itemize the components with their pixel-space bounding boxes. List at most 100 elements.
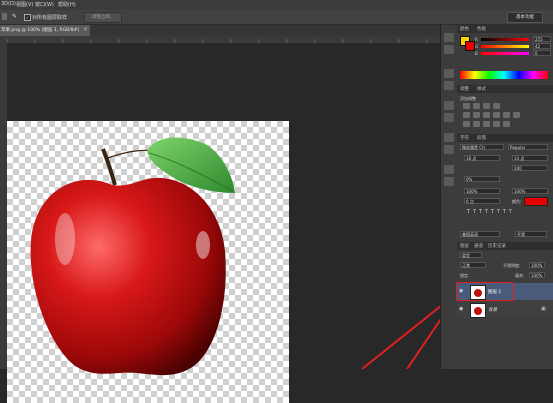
- document-tab-title: 苹果.png @ 100% (图层 1, RGB/8#): [1, 28, 80, 33]
- info-icon[interactable]: [444, 113, 454, 122]
- right-panels: 颜色 色板 R 255 G 42 B 0 调整 样式 添加调整 字符 段落 微软…: [456, 25, 553, 369]
- language-select[interactable]: 美国英语: [460, 231, 500, 237]
- tool-preset-icon[interactable]: [2, 13, 7, 20]
- blend-mode-select[interactable]: 正常: [460, 262, 486, 268]
- brightness-icon[interactable]: [463, 103, 470, 109]
- brush-preset-icon[interactable]: [444, 69, 454, 78]
- background-color-swatch[interactable]: [465, 41, 475, 51]
- notes-icon[interactable]: [444, 165, 454, 174]
- tab-adjustments[interactable]: 调整: [460, 86, 469, 92]
- tab-channels[interactable]: 通道: [474, 243, 483, 249]
- font-style-select[interactable]: Regular: [508, 144, 548, 150]
- baseline-shift-field[interactable]: 0 点: [464, 198, 500, 204]
- clone-source-icon[interactable]: [444, 81, 454, 90]
- adjust-panel-title: 添加调整: [460, 96, 476, 101]
- brush-icon[interactable]: ✎: [12, 13, 18, 20]
- text-color-swatch[interactable]: [524, 197, 548, 206]
- character-style-icon[interactable]: [444, 133, 454, 142]
- menu-bar: 3D(D) 视图(V) 窗口(W) 帮助(H): [0, 0, 553, 10]
- antialias-select[interactable]: 平滑: [515, 231, 547, 237]
- channel-b-field[interactable]: 0: [533, 50, 551, 56]
- history-icon[interactable]: [444, 33, 454, 42]
- options-bar: ✎ ✓ 对所有图层取样 调整边缘... 基本功能: [0, 10, 553, 25]
- channel-mixer-icon[interactable]: [513, 112, 520, 118]
- text-style-buttons[interactable]: TTTTTTTT: [467, 209, 547, 216]
- color-balance-icon[interactable]: [483, 112, 490, 118]
- color-sliders: R 255 G 42 B 0: [475, 35, 553, 59]
- document-tab[interactable]: 苹果.png @ 100% (图层 1, RGB/8#) ×: [0, 25, 90, 36]
- channel-g-slider[interactable]: [481, 45, 529, 48]
- sample-all-layers-checkbox[interactable]: ✓: [24, 14, 31, 21]
- menu-item-window[interactable]: 窗口(W): [35, 1, 54, 8]
- properties-icon[interactable]: [444, 45, 454, 54]
- apple-thumb-icon: [474, 307, 482, 315]
- channel-r-field[interactable]: 255: [533, 36, 551, 42]
- font-size-field[interactable]: 18 点: [464, 155, 500, 161]
- curves-icon[interactable]: [483, 103, 490, 109]
- channel-r-slider[interactable]: [481, 38, 529, 41]
- posterize-icon[interactable]: [473, 121, 480, 127]
- channel-r-label: R: [475, 37, 478, 42]
- layer-name[interactable]: 背景: [488, 307, 497, 313]
- leading-field[interactable]: 14 点: [512, 155, 548, 161]
- menu-item-help[interactable]: 帮助(H): [58, 1, 76, 8]
- lock-label: 锁定:: [460, 273, 470, 278]
- close-icon[interactable]: ×: [83, 26, 88, 33]
- layer-row[interactable]: ◉ 背景 ▣: [457, 301, 553, 318]
- text-color-label: 颜色:: [512, 199, 522, 204]
- color-spectrum-bar[interactable]: [460, 71, 548, 79]
- selective-color-icon[interactable]: [503, 121, 510, 127]
- annotation-arrows: [361, 305, 440, 369]
- threshold-icon[interactable]: [483, 121, 490, 127]
- tab-layers[interactable]: 图层: [460, 243, 469, 249]
- tracking-field[interactable]: 200: [512, 165, 548, 171]
- fill-field[interactable]: 100%: [529, 272, 545, 278]
- black-white-icon[interactable]: [493, 112, 500, 118]
- vibrance-icon[interactable]: [463, 112, 470, 118]
- invert-icon[interactable]: [463, 121, 470, 127]
- tab-swatches[interactable]: 色板: [477, 26, 486, 32]
- arrow-line-2: [406, 318, 440, 369]
- channel-b-label: B: [475, 51, 478, 56]
- tab-color[interactable]: 颜色: [460, 26, 469, 32]
- layer-thumbnail: [470, 303, 486, 318]
- actions-icon[interactable]: [444, 101, 454, 110]
- layer-filter-select[interactable]: 类型: [460, 252, 482, 258]
- tab-paragraph[interactable]: 段落: [477, 135, 486, 141]
- opacity-label: 不透明度:: [503, 263, 521, 268]
- tab-styles[interactable]: 样式: [477, 86, 486, 92]
- refine-edge-button[interactable]: 调整边缘...: [84, 12, 122, 23]
- layers-panel-tabs: 图层 通道 历史记录: [457, 242, 553, 250]
- opacity-field[interactable]: 100%: [529, 262, 545, 268]
- eye-icon[interactable]: ◉: [459, 306, 463, 312]
- tab-history[interactable]: 历史记录: [488, 243, 506, 249]
- color-panel-tabs: 颜色 色板: [457, 25, 553, 33]
- adjustment-icons: [457, 103, 553, 129]
- levels-icon[interactable]: [473, 103, 480, 109]
- menu-item-3d[interactable]: 3D(D): [1, 1, 16, 7]
- channel-g-field[interactable]: 42: [533, 43, 551, 49]
- lock-icon: ▣: [541, 306, 546, 312]
- fill-label: 填充:: [515, 273, 525, 278]
- font-family-select[interactable]: 微软雅黑 Ctr: [460, 144, 504, 150]
- adjust-panel-tabs: 调整 样式: [457, 85, 553, 93]
- channel-b-slider[interactable]: [481, 52, 529, 55]
- paragraph-style-icon[interactable]: [444, 145, 454, 154]
- channel-g-label: G: [475, 44, 479, 49]
- gradient-map-icon[interactable]: [493, 121, 500, 127]
- vertical-ruler: [0, 43, 7, 369]
- timeline-icon[interactable]: [444, 177, 454, 186]
- hue-saturation-icon[interactable]: [473, 112, 480, 118]
- menu-item-view[interactable]: 视图(V): [16, 1, 33, 8]
- exposure-icon[interactable]: [493, 103, 500, 109]
- kerning-field[interactable]: 0%: [464, 176, 500, 182]
- canvas-workspace[interactable]: [7, 43, 440, 403]
- panel-icon-column: [440, 25, 458, 369]
- arrow-line-1: [361, 305, 440, 369]
- sample-all-layers-label: 对所有图层取样: [32, 15, 68, 21]
- workspace-select[interactable]: 基本功能: [507, 12, 543, 23]
- vertical-scale-field[interactable]: 100%: [464, 188, 500, 194]
- horizontal-scale-field[interactable]: 100%: [512, 188, 548, 194]
- photo-filter-icon[interactable]: [503, 112, 510, 118]
- tab-character[interactable]: 字符: [460, 135, 469, 141]
